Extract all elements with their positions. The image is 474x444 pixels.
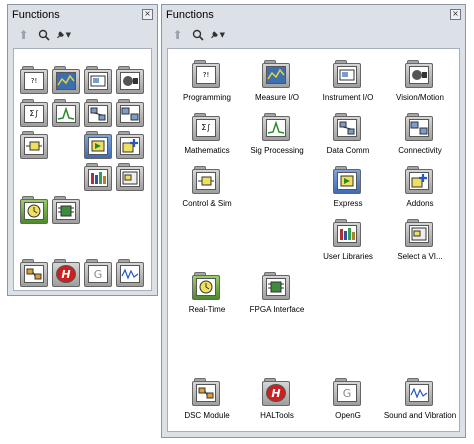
item-label-connectivity[interactable]: Connectivity (380, 146, 460, 156)
item-label-haltools[interactable]: HALTools (237, 411, 317, 421)
fpga-interface-icon[interactable] (52, 196, 82, 226)
item-label-control-sim[interactable]: Control & Sim (167, 199, 247, 209)
palette-icon-grid: ?! Programming Measure I/O Instrument I/… (167, 48, 460, 432)
real-time-icon[interactable] (192, 272, 222, 302)
express-icon[interactable] (333, 166, 363, 196)
data-comm-icon[interactable] (333, 113, 363, 143)
vision-motion-icon[interactable] (116, 66, 146, 96)
dsc-module-icon[interactable] (192, 378, 222, 408)
mathematics-icon[interactable]: Σ∫ (192, 113, 222, 143)
item-label-fpga-interface[interactable]: FPGA Interface (237, 305, 317, 315)
item-label-real-time[interactable]: Real-Time (167, 305, 247, 315)
programming-icon[interactable]: ?! (20, 66, 50, 96)
functions-palette-expanded: Functions × ⬆ ▼ ?! Programming Measure I… (161, 4, 466, 438)
mathematics-icon[interactable]: Σ∫ (20, 99, 50, 129)
measure-io-icon[interactable] (262, 60, 292, 90)
window-title: Functions (12, 8, 60, 21)
item-label-dsc-module[interactable]: DSC Module (167, 411, 247, 421)
express-icon[interactable] (84, 131, 114, 161)
close-icon[interactable]: × (450, 9, 461, 20)
connectivity-icon[interactable] (405, 113, 435, 143)
user-libraries-icon[interactable] (84, 163, 114, 193)
search-icon[interactable] (36, 28, 51, 43)
fpga-interface-icon[interactable] (262, 272, 292, 302)
close-icon[interactable]: × (142, 9, 153, 20)
item-label-vision-motion[interactable]: Vision/Motion (380, 93, 460, 103)
item-label-user-libraries[interactable]: User Libraries (308, 252, 388, 262)
item-label-measure-io[interactable]: Measure I/O (237, 93, 317, 103)
programming-icon[interactable]: ?! (192, 60, 222, 90)
vision-motion-icon[interactable] (405, 60, 435, 90)
item-label-sound-vibration[interactable]: Sound and Vibration (380, 411, 460, 421)
item-label-data-comm[interactable]: Data Comm (308, 146, 388, 156)
titlebar[interactable]: Functions × (162, 5, 465, 24)
haltools-icon[interactable]: H (52, 259, 82, 289)
wrench-icon[interactable]: ▼ (56, 28, 71, 43)
openg-icon[interactable]: G (333, 378, 363, 408)
search-icon[interactable] (190, 28, 205, 43)
dsc-module-icon[interactable] (20, 259, 50, 289)
window-title: Functions (166, 8, 214, 21)
item-label-programming[interactable]: Programming (167, 93, 247, 103)
up-arrow-icon[interactable]: ⬆ (170, 28, 185, 43)
openg-icon[interactable]: G (84, 259, 114, 289)
sig-processing-icon[interactable] (262, 113, 292, 143)
palette-icon-grid: ?! Σ∫ H G (13, 48, 152, 291)
addons-icon[interactable] (116, 131, 146, 161)
control-sim-icon[interactable] (192, 166, 222, 196)
item-label-sig-processing[interactable]: Sig Processing (237, 146, 317, 156)
item-label-openg[interactable]: OpenG (308, 411, 388, 421)
instrument-io-icon[interactable] (333, 60, 363, 90)
item-label-mathematics[interactable]: Mathematics (167, 146, 247, 156)
sig-processing-icon[interactable] (52, 99, 82, 129)
sound-vibration-icon[interactable] (116, 259, 146, 289)
connectivity-icon[interactable] (116, 99, 146, 129)
up-arrow-icon[interactable]: ⬆ (16, 28, 31, 43)
titlebar[interactable]: Functions × (8, 5, 157, 24)
wrench-icon[interactable]: ▼ (210, 28, 225, 43)
real-time-icon[interactable] (20, 196, 50, 226)
measure-io-icon[interactable] (52, 66, 82, 96)
haltools-icon[interactable]: H (262, 378, 292, 408)
control-sim-icon[interactable] (20, 131, 50, 161)
select-vi-icon[interactable] (116, 163, 146, 193)
item-label-addons[interactable]: Addons (380, 199, 460, 209)
item-label-express[interactable]: Express (308, 199, 388, 209)
sound-vibration-icon[interactable] (405, 378, 435, 408)
instrument-io-icon[interactable] (84, 66, 114, 96)
addons-icon[interactable] (405, 166, 435, 196)
item-label-instrument-io[interactable]: Instrument I/O (308, 93, 388, 103)
data-comm-icon[interactable] (84, 99, 114, 129)
palette-toolbar: ⬆ ▼ (162, 24, 465, 46)
user-libraries-icon[interactable] (333, 219, 363, 249)
palette-toolbar: ⬆ ▼ (8, 24, 157, 46)
functions-palette-compact: Functions × ⬆ ▼ ?! Σ∫ H G (7, 4, 158, 296)
select-vi-icon[interactable] (405, 219, 435, 249)
item-label-select-vi[interactable]: Select a VI... (380, 252, 460, 262)
